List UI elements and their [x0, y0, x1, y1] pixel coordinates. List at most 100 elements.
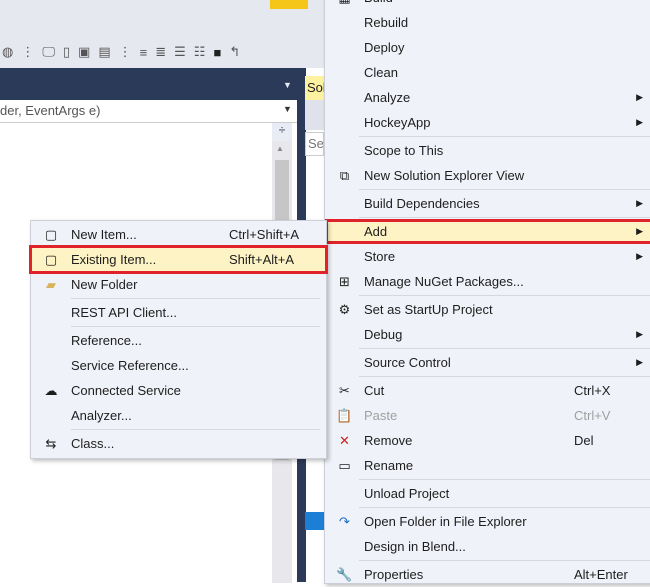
menu-item-label: REST API Client... [71, 305, 177, 320]
scroll-up-icon[interactable]: ▲ [276, 144, 284, 153]
menu-item-label: Design in Blend... [364, 539, 466, 554]
menu-item-manage-nuget-packages[interactable]: ⊞ Manage NuGet Packages... [325, 269, 650, 294]
context-menu: ▦BuildRebuildDeployCleanAnalyze▶HockeyAp… [324, 0, 650, 584]
menu-item-label: Open Folder in File Explorer [364, 514, 527, 529]
menu-item-label: Debug [364, 327, 403, 342]
menu-item-scope-to-this[interactable]: Scope to This [325, 138, 650, 163]
menu-item-properties[interactable]: 🔧 Properties Alt+Enter [325, 562, 650, 587]
tablet-icon[interactable]: ▣ [78, 44, 90, 60]
menu-item-label: Build Dependencies [364, 196, 480, 211]
globe-icon[interactable]: ◍ [2, 44, 13, 60]
menu-item-label: Clean [364, 65, 398, 80]
indent-icon[interactable]: ≡ [140, 45, 148, 60]
menu-item-label: Build [364, 0, 650, 5]
submenu-arrow-icon: ▶ [636, 357, 643, 367]
wrench-icon: 🔧 [336, 566, 353, 582]
menu-item-analyze[interactable]: Analyze ▶ [325, 85, 650, 110]
tab-dropdown-icon[interactable]: ▼ [283, 80, 292, 90]
menu-item-store[interactable]: Store ▶ [325, 244, 650, 269]
phone-icon[interactable]: ▯ [63, 44, 70, 60]
menu-item-label: Unload Project [364, 486, 450, 501]
menu-item-new-solution-explorer-view[interactable]: ⧉ New Solution Explorer View [325, 163, 650, 188]
split-icon[interactable]: ÷ [272, 123, 292, 141]
menu-item-label: Analyzer... [71, 408, 132, 423]
menu-item-debug[interactable]: Debug ▶ [325, 322, 650, 347]
menu-item-new-item[interactable]: ▢ New Item... Ctrl+Shift+A [31, 222, 326, 247]
menu-item-label: Store [364, 249, 396, 264]
menu-item-label: New Folder [71, 277, 138, 292]
bookmark-prev-icon[interactable]: ↰ [229, 44, 240, 60]
menu-item-new-folder[interactable]: ▰ New Folder [31, 272, 326, 297]
menu-item-label: Connected Service [71, 383, 181, 398]
menu-item-label: Rename [364, 458, 414, 473]
solution-explorer-toolbar [305, 100, 324, 130]
menu-item-label: Deploy [364, 40, 405, 55]
new-view-icon: ⧉ [339, 167, 350, 183]
open-folder-icon: ↷ [339, 513, 350, 529]
shortcut-text: Shift+Alt+A [229, 252, 295, 267]
toolbar: ◍ ⋮ 🖵 ▯ ▣ ▤ ⋮ ≡ ≣ ☰ ☷ ■ ↰ [0, 40, 324, 64]
menu-item-paste[interactable]: 📋 Paste Ctrl+V [325, 403, 650, 428]
menu-item-set-as-startup-project[interactable]: ⚙ Set as StartUp Project [325, 297, 650, 322]
menu-item-reference[interactable]: Reference... [31, 328, 326, 353]
menu-item-connected-service[interactable]: ☁ Connected Service [31, 378, 326, 403]
rename-icon: ▭ [338, 457, 351, 473]
shortcut-text: Alt+Enter [574, 567, 628, 582]
solution-explorer-tab[interactable]: Solution Explorer [305, 76, 324, 100]
menu-item-service-reference[interactable]: Service Reference... [31, 353, 326, 378]
menu-item-label: Add [364, 224, 388, 239]
shortcut-text: Del [574, 433, 594, 448]
notification-badge[interactable] [270, 0, 308, 9]
document-tab-bar [0, 68, 297, 100]
comment-icon[interactable]: ☰ [174, 44, 186, 60]
submenu-arrow-icon: ▶ [636, 198, 643, 208]
menu-item-design-in-blend[interactable]: Design in Blend... [325, 534, 650, 559]
submenu-arrow-icon: ▶ [636, 117, 643, 127]
overflow-icon[interactable]: ⋮ [119, 44, 132, 60]
menu-item-remove[interactable]: ✕ Remove Del [325, 428, 650, 453]
menu-item-rename[interactable]: ▭ Rename [325, 453, 650, 478]
add-submenu: ▢ New Item... Ctrl+Shift+A ▢ Existing Item..… [29, 220, 328, 459]
menu-item-label: HockeyApp [364, 115, 431, 130]
menu-item-existing-item[interactable]: ▢ Existing Item... Shift+Alt+A [29, 245, 328, 274]
solution-explorer-search[interactable]: Search [305, 132, 324, 156]
menu-item-build[interactable]: ▦Build [325, 0, 650, 10]
uncomment-icon[interactable]: ☷ [194, 44, 206, 60]
device-icon[interactable]: ▤ [98, 44, 110, 60]
submenu-arrow-icon: ▶ [636, 329, 643, 339]
overflow-icon[interactable]: ⋮ [21, 44, 34, 60]
menu-item-label: Analyze [364, 90, 411, 105]
menu-item-class[interactable]: ⇆ Class... [31, 431, 326, 456]
monitor-icon[interactable]: 🖵 [42, 44, 55, 60]
menu-item-cut[interactable]: ✂ Cut Ctrl+X [325, 378, 650, 403]
menu-item-rebuild[interactable]: Rebuild [325, 10, 650, 35]
menu-item-label: Reference... [71, 333, 142, 348]
gear-icon: ⚙ [338, 301, 351, 317]
menu-item-open-folder-in-file-explorer[interactable]: ↷ Open Folder in File Explorer [325, 509, 650, 534]
menu-item-analyzer[interactable]: Analyzer... [31, 403, 326, 428]
nuget-icon: ⊞ [339, 273, 350, 289]
bookmark-icon[interactable]: ■ [213, 45, 221, 60]
submenu-arrow-icon: ▶ [636, 226, 643, 236]
menu-item-build-dependencies[interactable]: Build Dependencies ▶ [325, 191, 650, 216]
menu-item-hockeyapp[interactable]: HockeyApp ▶ [325, 110, 650, 135]
shortcut-text: Ctrl+X [574, 383, 611, 398]
menu-item-unload-project[interactable]: Unload Project [325, 481, 650, 506]
menu-item-label: Set as StartUp Project [364, 302, 493, 317]
menu-item-label: Manage NuGet Packages... [364, 274, 524, 289]
method-combo[interactable]: der, EventArgs e) [0, 100, 297, 123]
menu-item-label: Source Control [364, 355, 451, 370]
menu-item-clean[interactable]: Clean [325, 60, 650, 85]
selected-node[interactable] [305, 512, 324, 530]
menu-item-add[interactable]: Add ▶ [325, 219, 650, 244]
build-icon: ▦ [325, 0, 364, 6]
outdent-icon[interactable]: ≣ [155, 44, 166, 60]
menu-item-deploy[interactable]: Deploy [325, 35, 650, 60]
menu-item-rest-api-client[interactable]: REST API Client... [31, 300, 326, 325]
class-icon: ⇆ [45, 435, 57, 451]
menu-item-source-control[interactable]: Source Control ▶ [325, 350, 650, 375]
chevron-down-icon[interactable]: ▼ [283, 104, 292, 114]
shortcut-text: Ctrl+Shift+A [229, 227, 300, 242]
submenu-arrow-icon: ▶ [636, 251, 643, 261]
menu-item-label: New Solution Explorer View [364, 168, 525, 183]
